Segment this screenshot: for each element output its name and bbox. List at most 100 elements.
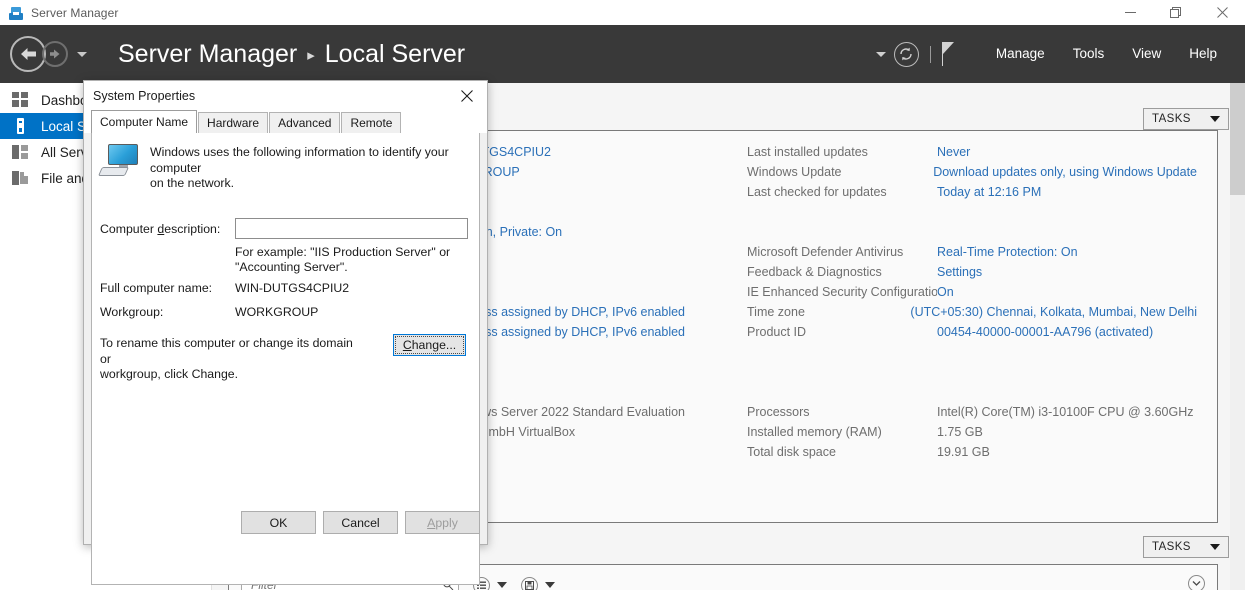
property-value[interactable]: Download updates only, using Windows Upd… xyxy=(933,165,1197,179)
full-computer-name-label: Full computer name: xyxy=(100,281,213,295)
property-key: IE Enhanced Security Configuration xyxy=(747,285,937,299)
property-value: 1.75 GB xyxy=(937,425,983,439)
property-value[interactable]: On xyxy=(937,285,954,299)
tab-computer-name[interactable]: Computer Name xyxy=(91,110,198,133)
change-button[interactable]: Change... xyxy=(393,334,466,356)
notifications-dropdown-icon[interactable] xyxy=(875,51,886,57)
property-key: Total disk space xyxy=(747,445,836,459)
breadcrumb: Server Manager ▸ Local Server xyxy=(118,40,465,69)
save-filter-dropdown-icon[interactable] xyxy=(545,582,555,588)
list-filter-dropdown-icon[interactable] xyxy=(497,582,507,588)
tab-hardware[interactable]: Hardware xyxy=(198,112,269,133)
property-key: Time zone xyxy=(747,305,805,319)
intro-line-1: Windows uses the following information t… xyxy=(150,145,449,175)
refresh-icon[interactable] xyxy=(893,41,919,67)
computer-monitor-icon xyxy=(97,143,142,177)
computer-description-row: Computer description: xyxy=(100,218,475,239)
app-header: Server Manager ▸ Local Server Manage Too… xyxy=(0,25,1245,83)
file-storage-icon xyxy=(12,170,29,186)
menu-manage[interactable]: Manage xyxy=(982,25,1059,83)
apply-button: Apply xyxy=(405,511,480,534)
menu-view[interactable]: View xyxy=(1118,25,1175,83)
back-arrow-icon[interactable] xyxy=(10,36,46,72)
header-toolbar: Manage Tools View Help xyxy=(875,25,1245,83)
minimize-icon[interactable] xyxy=(1107,0,1153,25)
computer-description-input[interactable] xyxy=(235,218,468,239)
chevron-down-icon xyxy=(1210,544,1220,550)
rename-line-2: workgroup, click Change. xyxy=(100,367,239,381)
close-icon[interactable] xyxy=(1199,0,1245,25)
property-key: Installed memory (RAM) xyxy=(747,425,882,439)
scrollbar-thumb[interactable] xyxy=(1230,83,1245,195)
flag-icon[interactable] xyxy=(941,42,962,66)
property-row: Windows Update Download updates only, usi… xyxy=(747,162,1197,182)
dialog-intro: Windows uses the following information t… xyxy=(97,143,475,192)
menu-tools[interactable]: Tools xyxy=(1059,25,1119,83)
breadcrumb-root[interactable]: Server Manager xyxy=(118,40,297,69)
property-value: 19.91 GB xyxy=(937,445,990,459)
save-filter-icon[interactable] xyxy=(521,576,538,590)
workgroup-value: WORKGROUP xyxy=(235,305,319,319)
dialog-footer: OK Cancel Apply xyxy=(84,501,489,544)
tasks-button[interactable]: TASKS xyxy=(1143,108,1229,130)
history-dropdown-icon[interactable] xyxy=(77,51,87,57)
property-value[interactable]: Today at 12:16 PM xyxy=(937,185,1041,199)
example-line-2: "Accounting Server". xyxy=(235,260,348,274)
label-post: escription: xyxy=(164,221,221,236)
property-key: Last installed updates xyxy=(747,145,868,159)
tasks-button-label: TASKS xyxy=(1152,541,1191,553)
dialog-title-bar: System Properties xyxy=(84,81,487,110)
label-pre: Computer xyxy=(100,221,158,236)
property-row: IE Enhanced Security Configuration On xyxy=(747,282,1197,302)
workgroup-label: Workgroup: xyxy=(100,305,164,319)
property-value[interactable]: Settings xyxy=(937,265,982,279)
system-properties-dialog: System Properties Computer Name Hardware… xyxy=(83,80,489,585)
toolbar-divider xyxy=(929,45,931,63)
forward-arrow-icon[interactable] xyxy=(42,41,68,67)
computer-description-label: Computer description: xyxy=(100,222,235,236)
window-title-bar: Server Manager xyxy=(0,0,1245,25)
property-spacer xyxy=(747,342,1197,362)
events-tasks-button[interactable]: TASKS xyxy=(1143,536,1229,558)
property-spacer xyxy=(747,222,1197,242)
dashboard-icon xyxy=(12,92,29,108)
property-value[interactable]: (UTC+05:30) Chennai, Kolkata, Mumbai, Ne… xyxy=(910,305,1197,319)
property-spacer xyxy=(747,202,1197,222)
chevron-down-circle-icon[interactable] xyxy=(1188,575,1205,590)
properties-right-column: Last installed updates Never Windows Updat… xyxy=(747,142,1197,462)
property-value[interactable]: Never xyxy=(937,145,970,159)
property-row: Installed memory (RAM) 1.75 GB xyxy=(747,422,1197,442)
property-row: Last installed updates Never xyxy=(747,142,1197,162)
property-key: Windows Update xyxy=(747,165,842,179)
restore-icon[interactable] xyxy=(1153,0,1199,25)
dialog-tabs: Computer Name Hardware Advanced Remote xyxy=(84,110,487,133)
close-icon[interactable] xyxy=(447,81,487,110)
property-row: Feedback & Diagnostics Settings xyxy=(747,262,1197,282)
intro-line-2: on the network. xyxy=(150,176,235,190)
property-row: Product ID 00454-40000-00001-AA796 (activ… xyxy=(747,322,1197,342)
ok-button[interactable]: OK xyxy=(241,511,316,534)
workgroup-row: Workgroup: WORKGROUP xyxy=(100,305,475,319)
menu-help[interactable]: Help xyxy=(1175,25,1231,83)
cancel-button[interactable]: Cancel xyxy=(323,511,398,534)
property-spacer xyxy=(747,362,1197,382)
tab-remote[interactable]: Remote xyxy=(341,112,402,133)
property-key: Processors xyxy=(747,405,810,419)
tab-advanced[interactable]: Advanced xyxy=(269,112,341,133)
property-value[interactable]: Real-Time Protection: On xyxy=(937,245,1078,259)
chevron-down-icon xyxy=(1210,116,1220,122)
property-key: Feedback & Diagnostics xyxy=(747,265,882,279)
properties-tasks-row: TASKS xyxy=(1143,108,1229,130)
server-manager-icon xyxy=(8,5,24,21)
rename-line-1: To rename this computer or change its do… xyxy=(100,336,353,366)
vertical-scrollbar[interactable] xyxy=(1230,83,1245,590)
property-value[interactable]: 00454-40000-00001-AA796 (activated) xyxy=(937,325,1153,339)
property-row: Total disk space 19.91 GB xyxy=(747,442,1197,462)
change-button-label: hange... xyxy=(411,338,457,352)
breadcrumb-separator-icon: ▸ xyxy=(307,47,315,64)
property-key: Last checked for updates xyxy=(747,185,887,199)
breadcrumb-current: Local Server xyxy=(324,39,466,68)
full-computer-name-row: Full computer name: WIN-DUTGS4CPIU2 xyxy=(100,281,475,295)
property-row: Last checked for updates Today at 12:16 P… xyxy=(747,182,1197,202)
property-key: Microsoft Defender Antivirus xyxy=(747,245,904,259)
